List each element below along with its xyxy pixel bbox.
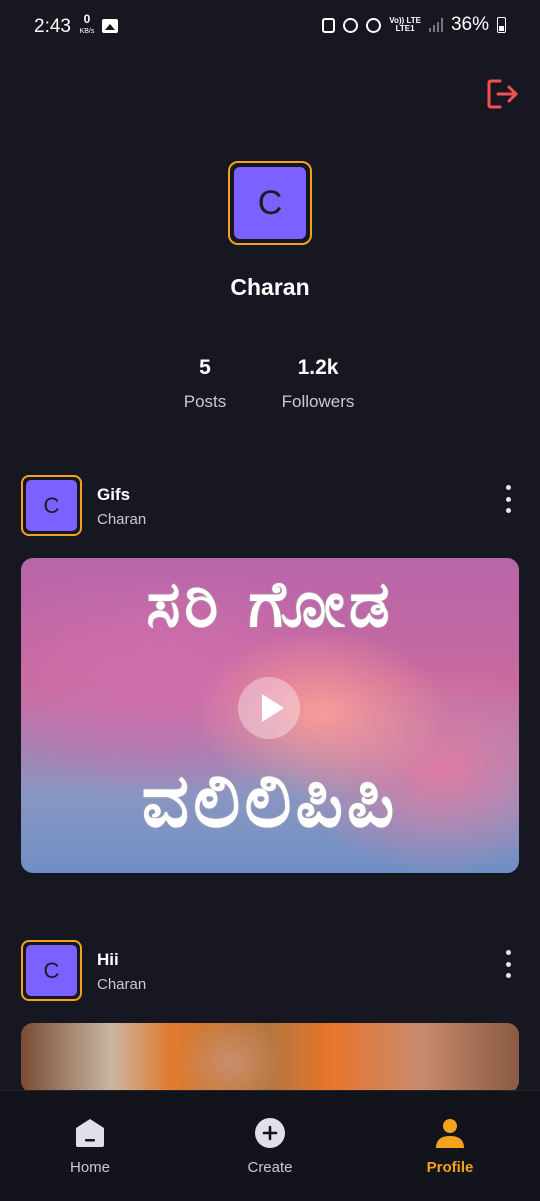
video-overlay-text-bottom: ವಲಿಲಿಪಿಪಿ bbox=[141, 758, 399, 844]
logout-button[interactable] bbox=[486, 78, 520, 110]
nav-create-label: Create bbox=[247, 1159, 293, 1176]
more-options-icon[interactable] bbox=[504, 485, 512, 513]
battery-icon bbox=[497, 17, 506, 33]
post-title: Gifs bbox=[97, 485, 131, 504]
net-speed-value: 0 bbox=[83, 12, 91, 26]
more-options-icon[interactable] bbox=[504, 950, 512, 978]
net-speed-unit: KB/s bbox=[79, 28, 95, 35]
nav-profile[interactable]: Profile bbox=[360, 1091, 540, 1201]
network-type: Vo)) LTE LTE1 bbox=[389, 17, 421, 33]
post-header: C Hii Charan bbox=[21, 940, 520, 1002]
signal-icon bbox=[428, 18, 443, 32]
logout-icon bbox=[487, 79, 518, 109]
hotspot-icon bbox=[366, 17, 382, 33]
followers-count: 1.2k bbox=[297, 356, 339, 379]
post-author[interactable]: Charan bbox=[97, 511, 146, 528]
net-speed: 0 KB/s bbox=[77, 12, 97, 36]
post-title: Hii bbox=[97, 950, 119, 969]
sync-icon bbox=[322, 17, 336, 33]
post-avatar-initial: C bbox=[26, 945, 77, 996]
post-avatar[interactable]: C bbox=[21, 940, 82, 1001]
network-label-bottom: LTE1 bbox=[395, 24, 415, 33]
add-circle-icon bbox=[255, 1118, 285, 1148]
status-icons: Vo)) LTE LTE1 36% bbox=[322, 14, 506, 36]
nav-profile-label: Profile bbox=[426, 1159, 474, 1176]
post-video[interactable]: ಸರಿ ಗೋಡ ವಲಿಲಿಪಿಪಿ bbox=[21, 558, 519, 873]
user-icon bbox=[436, 1119, 464, 1148]
profile-name: Charan bbox=[230, 274, 310, 300]
video-overlay-text-top: ಸರಿ ಗೋಡ bbox=[146, 568, 394, 642]
post-image[interactable] bbox=[21, 1023, 519, 1093]
battery-percent: 36% bbox=[450, 14, 489, 35]
post-header: C Gifs Charan bbox=[21, 475, 520, 537]
post-avatar[interactable]: C bbox=[21, 475, 82, 536]
nav-create[interactable]: Create bbox=[180, 1091, 360, 1201]
post-avatar-initial: C bbox=[26, 480, 77, 531]
home-icon bbox=[76, 1119, 104, 1147]
play-icon[interactable] bbox=[238, 677, 300, 739]
posts-label: Posts bbox=[183, 392, 227, 411]
bottom-navigation: Home Create Profile bbox=[0, 1090, 540, 1201]
posts-stat[interactable]: 5 Posts bbox=[160, 356, 250, 412]
nav-home[interactable]: Home bbox=[0, 1091, 180, 1201]
posts-count: 5 bbox=[199, 356, 211, 379]
post-author[interactable]: Charan bbox=[97, 976, 146, 993]
profile-avatar-initial: C bbox=[234, 167, 306, 239]
gallery-icon bbox=[102, 19, 118, 33]
status-bar: 2:43 0 KB/s Vo)) LTE LTE1 36% bbox=[0, 0, 540, 54]
profile-avatar: C bbox=[228, 161, 312, 245]
followers-stat[interactable]: 1.2k Followers bbox=[268, 356, 368, 412]
alarm-icon bbox=[343, 17, 359, 33]
nav-home-label: Home bbox=[69, 1159, 110, 1176]
status-time: 2:43 bbox=[34, 16, 71, 37]
followers-label: Followers bbox=[281, 392, 355, 411]
